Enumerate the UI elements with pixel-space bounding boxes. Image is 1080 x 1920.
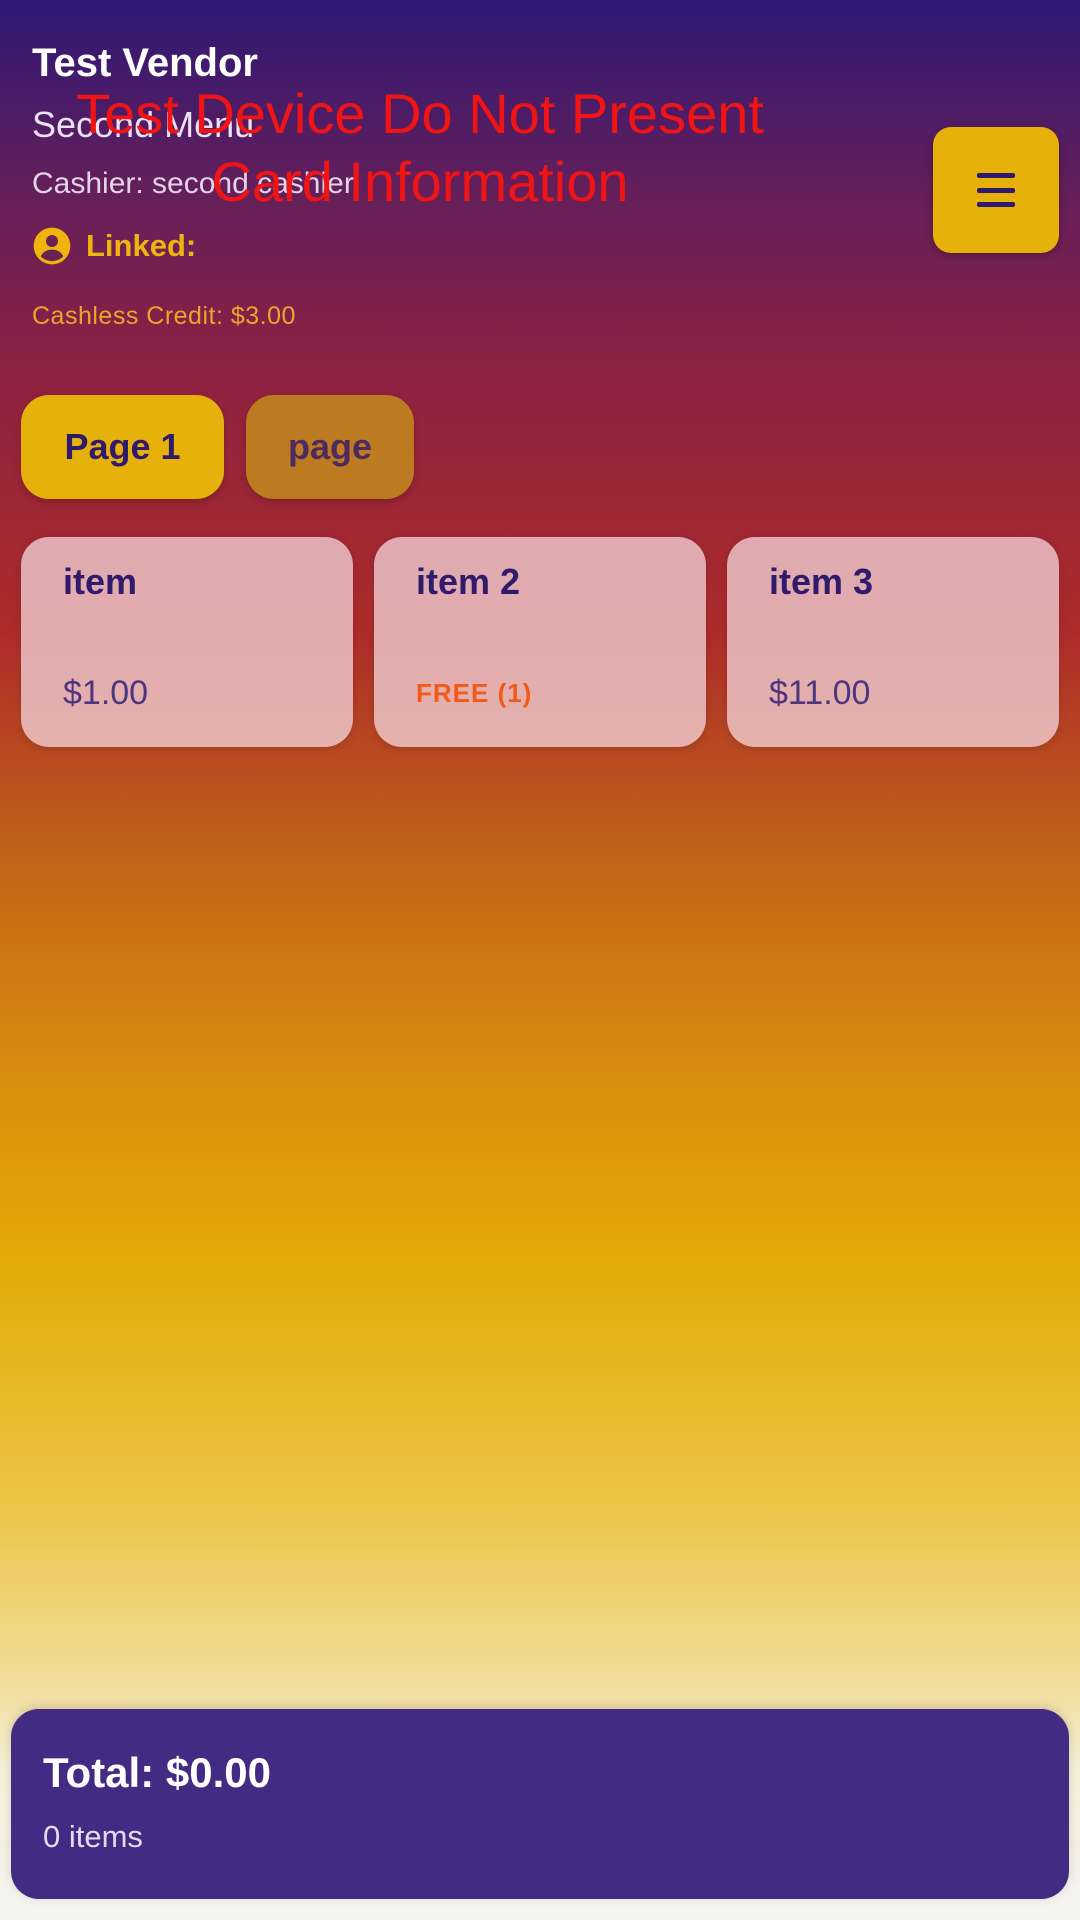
tab-page-1[interactable]: Page 1 — [21, 395, 224, 499]
item-card[interactable]: item 2 FREE (1) — [374, 537, 706, 747]
item-name: item 2 — [416, 561, 521, 602]
cashier-name: Cashier: second cashier — [32, 167, 354, 200]
item-card[interactable]: item $1.00 — [21, 537, 353, 747]
order-total: Total: $0.00 — [43, 1749, 271, 1796]
item-name: item 3 — [769, 561, 874, 602]
item-price: $11.00 — [769, 674, 871, 712]
vendor-name: Test Vendor — [32, 41, 258, 85]
linked-label: Linked: — [86, 228, 197, 263]
item-card[interactable]: item 3 $11.00 — [727, 537, 1059, 747]
order-total-panel[interactable]: Total: $0.00 0 items — [11, 1709, 1069, 1899]
account-circle-icon — [33, 227, 71, 265]
page-tabs: Page 1 page — [21, 395, 436, 499]
item-name: item — [63, 561, 138, 602]
item-price: $1.00 — [63, 674, 149, 712]
linked-account-row: Linked: — [32, 224, 912, 268]
menu-button[interactable] — [933, 127, 1059, 253]
menu-name: Second Menu — [32, 104, 255, 145]
item-grid: item $1.00 item 2 FREE (1) item 3 $11.00 — [21, 537, 1059, 747]
header: Test Vendor Second Menu Cashier: second … — [32, 36, 912, 334]
cashless-credit: Cashless Credit: $3.00 — [32, 302, 296, 330]
item-count: 0 items — [43, 1819, 143, 1854]
item-price-free: FREE (1) — [416, 678, 533, 708]
hamburger-menu-icon — [977, 173, 1015, 207]
tab-page[interactable]: page — [246, 395, 414, 499]
